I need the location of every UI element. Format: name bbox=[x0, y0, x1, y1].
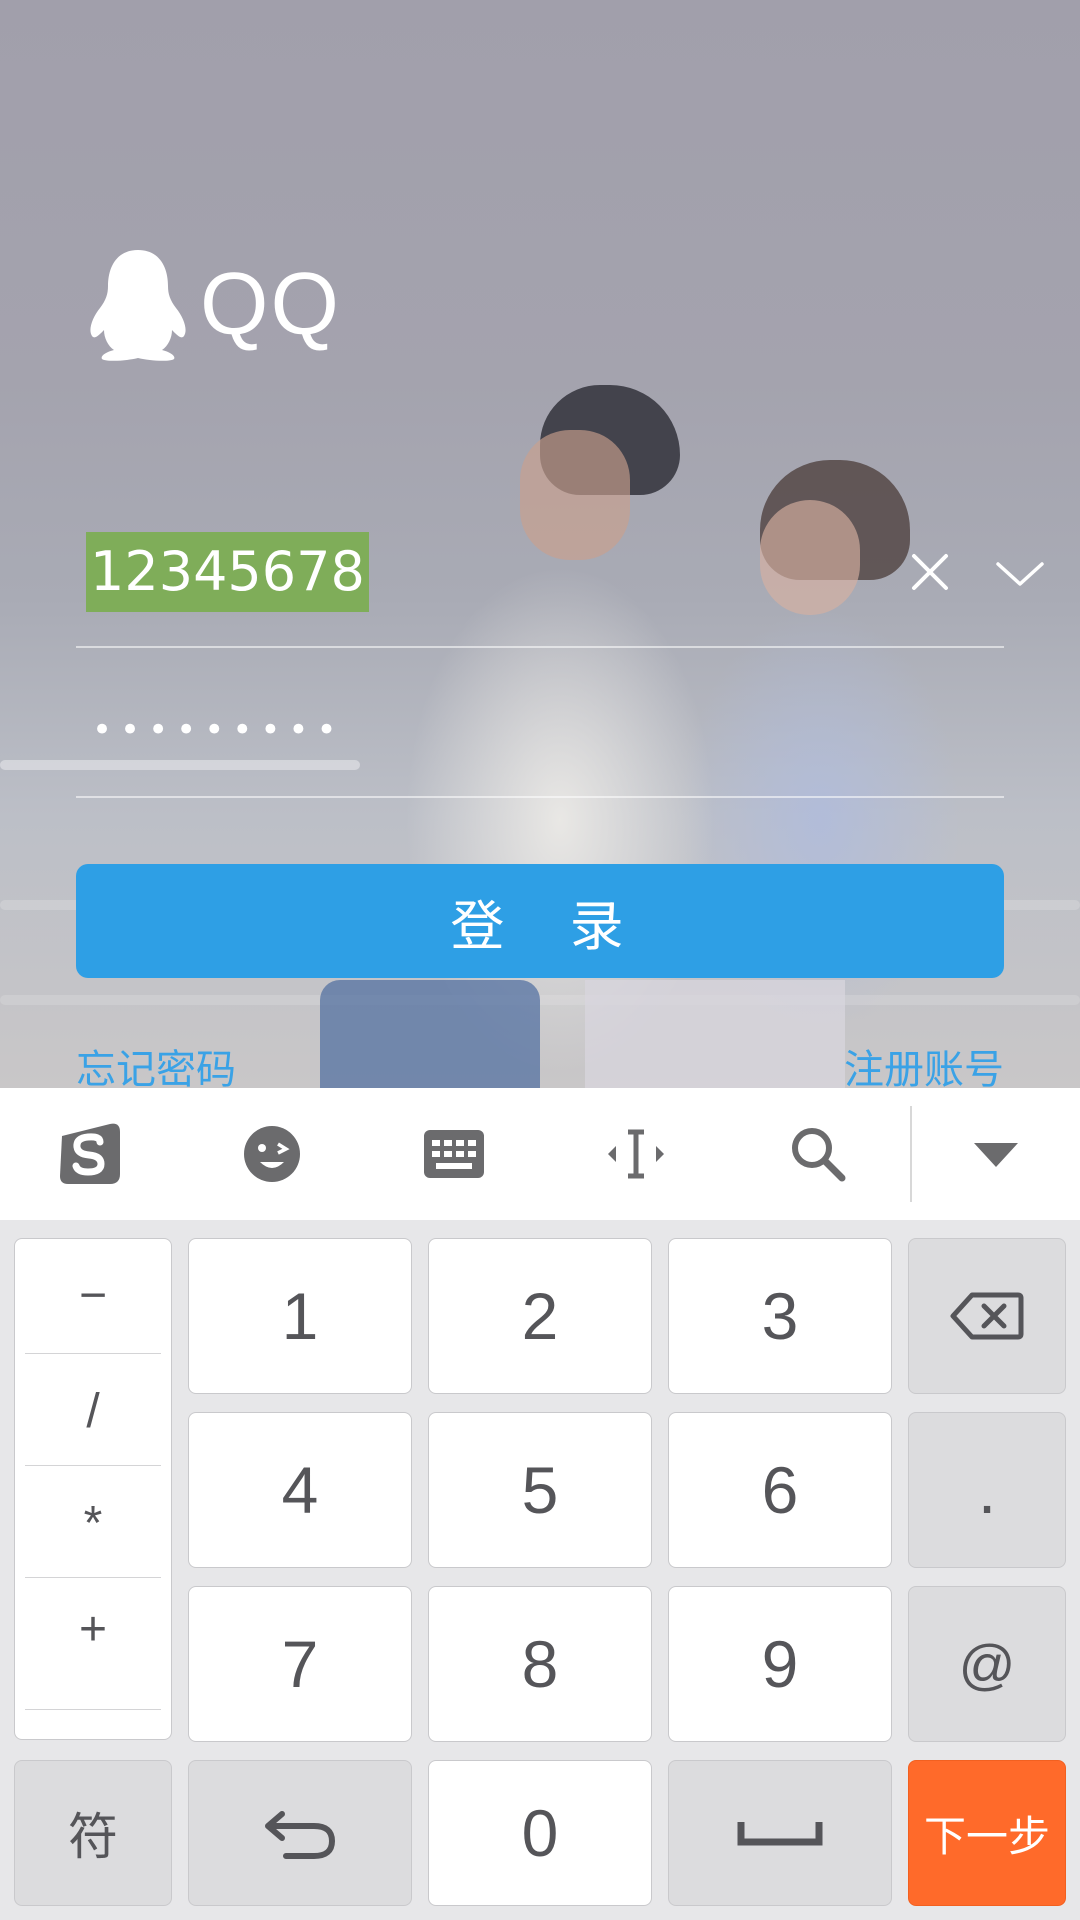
key-0[interactable]: 0 bbox=[428, 1760, 652, 1906]
account-input-value[interactable]: 12345678 bbox=[86, 532, 369, 612]
account-divider bbox=[76, 646, 1004, 648]
symbol-column: − / * + bbox=[14, 1238, 172, 1740]
password-input-value[interactable]: ••••••••• bbox=[92, 710, 345, 750]
key-6[interactable]: 6 bbox=[668, 1412, 892, 1568]
space-icon bbox=[737, 1822, 823, 1846]
symbol-divider bbox=[25, 1353, 161, 1354]
clear-icon[interactable] bbox=[908, 550, 952, 594]
key-9[interactable]: 9 bbox=[668, 1586, 892, 1742]
symbol-divider bbox=[25, 1465, 161, 1466]
key-2[interactable]: 2 bbox=[428, 1238, 652, 1394]
login-button[interactable]: 登 录 bbox=[76, 864, 1004, 978]
password-divider bbox=[76, 796, 1004, 798]
register-account-link[interactable]: 注册账号 bbox=[844, 1040, 1004, 1088]
forgot-password-link[interactable]: 忘记密码 bbox=[76, 1040, 236, 1088]
login-screen: QQ 12345678 ••••••••• 登 录 忘记密码 注册账号 bbox=[0, 0, 1080, 1088]
app-brand-name: QQ bbox=[200, 254, 341, 353]
backspace-icon bbox=[950, 1292, 1024, 1340]
keyboard-icon[interactable] bbox=[418, 1118, 490, 1190]
key-5[interactable]: 5 bbox=[428, 1412, 652, 1568]
key-3[interactable]: 3 bbox=[668, 1238, 892, 1394]
cursor-move-icon[interactable] bbox=[600, 1118, 672, 1190]
qq-penguin-icon bbox=[90, 250, 186, 361]
slash-key[interactable]: / bbox=[23, 1355, 163, 1467]
account-field[interactable]: 12345678 bbox=[76, 530, 1044, 646]
emoji-icon[interactable] bbox=[236, 1118, 308, 1190]
background-photo-figure bbox=[320, 980, 540, 1088]
key-7[interactable]: 7 bbox=[188, 1586, 412, 1742]
asterisk-key[interactable]: * bbox=[23, 1467, 163, 1579]
keyboard-toolbar bbox=[0, 1088, 1080, 1220]
toolbar-separator bbox=[910, 1106, 912, 1202]
collapse-keyboard-icon[interactable] bbox=[960, 1118, 1032, 1190]
plus-key[interactable]: + bbox=[23, 1573, 163, 1685]
background-railing bbox=[0, 995, 1080, 1005]
backspace-key[interactable] bbox=[908, 1238, 1066, 1394]
key-1[interactable]: 1 bbox=[188, 1238, 412, 1394]
return-key[interactable] bbox=[188, 1760, 412, 1906]
next-step-key[interactable]: 下一步 bbox=[908, 1760, 1066, 1906]
symbols-key[interactable]: 符 bbox=[14, 1760, 172, 1906]
space-key[interactable] bbox=[668, 1760, 892, 1906]
password-field[interactable]: ••••••••• bbox=[76, 690, 1004, 790]
key-4[interactable]: 4 bbox=[188, 1412, 412, 1568]
return-arrow-icon bbox=[265, 1811, 336, 1859]
app-brand: QQ bbox=[86, 246, 341, 362]
background-photo-figure bbox=[585, 980, 845, 1088]
screen: QQ 12345678 ••••••••• 登 录 忘记密码 注册账号 − / … bbox=[0, 0, 1080, 1920]
sogou-logo-icon[interactable] bbox=[54, 1118, 126, 1190]
chevron-down-icon[interactable] bbox=[994, 558, 1046, 590]
key-8[interactable]: 8 bbox=[428, 1586, 652, 1742]
numeric-keyboard: − / * + 1 2 3 4 5 6 . 7 8 9 @ 符 0 下一步 bbox=[0, 1220, 1080, 1920]
minus-key[interactable]: − bbox=[23, 1239, 163, 1351]
dot-key[interactable]: . bbox=[908, 1412, 1066, 1568]
at-key[interactable]: @ bbox=[908, 1586, 1066, 1742]
symbol-divider bbox=[25, 1709, 161, 1710]
search-icon[interactable] bbox=[782, 1118, 854, 1190]
